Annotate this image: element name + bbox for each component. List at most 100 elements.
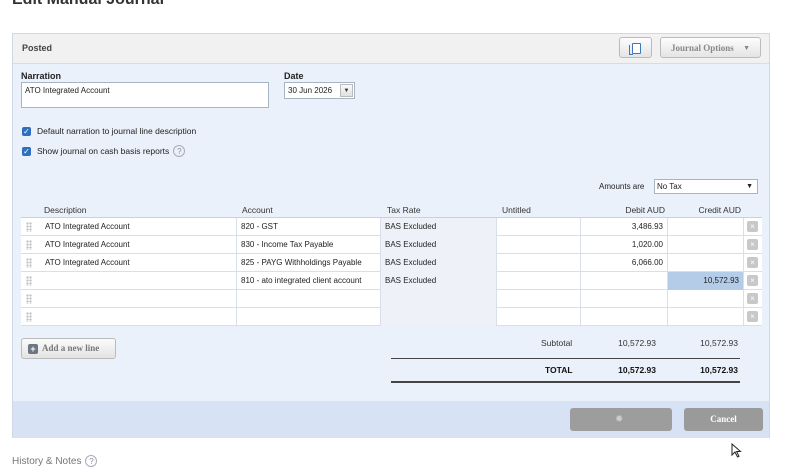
total-credit: 10,572.93 [700,365,738,375]
cell-tax-rate[interactable]: BAS Excluded [381,236,497,254]
subtotal-credit: 10,572.93 [700,338,738,348]
copy-button[interactable] [619,37,652,58]
cell-credit[interactable] [668,308,744,326]
drag-handle-icon[interactable] [26,276,32,286]
subtotal-debit: 10,572.93 [618,338,656,348]
cell-untitled[interactable] [497,218,581,236]
drag-handle-icon[interactable] [26,240,32,250]
cell-account[interactable]: 825 - PAYG Withholdings Payable [237,254,381,272]
amounts-value: No Tax [657,182,682,191]
plus-icon: + [28,344,38,354]
col-account: Account [242,205,273,215]
cell-untitled[interactable] [497,290,581,308]
table-row: ATO Integrated Account 820 - GST BAS Exclu… [21,218,762,236]
amounts-label: Amounts are [599,182,645,191]
cash-basis-label: Show journal on cash basis reports [37,146,170,156]
drag-handle-icon[interactable] [26,312,32,322]
table-row: 810 - ato integrated client account BAS E… [21,272,762,290]
total-debit: 10,572.93 [618,365,656,375]
drag-handle-icon[interactable] [26,294,32,304]
status-bar: Posted Journal Options ▼ [13,34,769,64]
delete-row-icon[interactable]: × [747,293,758,304]
cell-account[interactable]: 810 - ato integrated client account [237,272,381,290]
cash-basis-checkbox[interactable]: ✓ [22,146,31,156]
cell-debit[interactable] [581,308,668,326]
table-row: × [21,308,762,326]
default-narration-checkbox[interactable]: ✓ [22,126,31,136]
table-row: ATO Integrated Account 825 - PAYG Withhol… [21,254,762,272]
cell-description[interactable]: ATO Integrated Account [41,236,237,254]
cell-credit[interactable]: 10,572.93 [668,272,744,290]
date-picker-button[interactable]: ▼ [340,84,353,97]
col-description: Description [44,205,87,215]
col-tax-rate: Tax Rate [387,205,421,215]
footer-bar: ✹ Cancel [13,401,769,438]
cell-tax-rate[interactable]: BAS Excluded [381,254,497,272]
divider [391,358,740,359]
cell-description[interactable]: ATO Integrated Account [41,254,237,272]
amounts-select[interactable]: No Tax ▼ [654,179,758,194]
history-notes[interactable]: History & Notes ? [12,455,98,467]
cell-credit[interactable] [668,218,744,236]
help-icon[interactable]: ? [173,145,186,157]
cell-credit[interactable] [668,290,744,308]
copy-icon [629,43,641,55]
grid-header: Description Account Tax Rate Untitled De… [21,202,762,218]
cell-untitled[interactable] [497,308,581,326]
date-label: Date [284,71,304,81]
cell-credit[interactable] [668,236,744,254]
subtotal-label: Subtotal [541,338,573,348]
chevron-down-icon: ▼ [743,44,750,52]
narration-label: Narration [21,71,62,81]
cell-tax-rate[interactable] [381,290,497,308]
default-narration-label: Default narration to journal line descri… [37,126,197,136]
spinner-icon: ✹ [615,414,624,425]
cell-untitled[interactable] [497,272,581,290]
delete-row-icon[interactable]: × [747,275,758,286]
cell-account[interactable] [237,308,381,326]
cell-account[interactable]: 830 - Income Tax Payable [237,236,381,254]
divider [391,381,740,383]
cell-debit[interactable]: 6,066.00 [581,254,668,272]
default-narration-row: ✓ Default narration to journal line desc… [22,126,196,136]
cell-description[interactable] [41,272,237,290]
drag-handle-icon[interactable] [26,258,32,268]
add-line-button[interactable]: + Add a new line [21,338,116,359]
cancel-button[interactable]: Cancel [684,408,763,431]
cell-credit[interactable] [668,254,744,272]
chevron-down-icon: ▼ [746,183,753,190]
cell-debit[interactable]: 3,486.93 [581,218,668,236]
journal-options-button[interactable]: Journal Options ▼ [660,37,761,58]
mouse-cursor-icon [731,443,742,458]
help-icon[interactable]: ? [85,455,98,467]
table-row: × [21,290,762,308]
narration-field[interactable]: ATO Integrated Account [21,82,269,108]
cell-debit[interactable] [581,272,668,290]
cell-tax-rate[interactable]: BAS Excluded [381,272,497,290]
cell-tax-rate[interactable] [381,308,497,326]
cell-description[interactable] [41,308,237,326]
cell-description[interactable] [41,290,237,308]
page-title: Edit Manual Journal [12,0,164,9]
delete-row-icon[interactable]: × [747,311,758,322]
cell-untitled[interactable] [497,254,581,272]
cell-debit[interactable]: 1,020.00 [581,236,668,254]
cell-account[interactable]: 820 - GST [237,218,381,236]
total-label: TOTAL [545,365,573,375]
drag-handle-icon[interactable] [26,222,32,232]
cell-account[interactable] [237,290,381,308]
delete-row-icon[interactable]: × [747,221,758,232]
cell-description[interactable]: ATO Integrated Account [41,218,237,236]
journal-options-label: Journal Options [671,43,734,53]
add-line-label: Add a new line [42,343,100,353]
cell-debit[interactable] [581,290,668,308]
delete-row-icon[interactable]: × [747,257,758,268]
date-value: 30 Jun 2026 [288,86,333,95]
save-button[interactable]: ✹ [570,408,672,431]
journal-panel: Posted Journal Options ▼ Narration ATO I… [12,33,770,438]
date-field[interactable]: 30 Jun 2026 ▼ [284,82,355,99]
cell-tax-rate[interactable]: BAS Excluded [381,218,497,236]
cash-basis-row: ✓ Show journal on cash basis reports ? [22,145,186,157]
delete-row-icon[interactable]: × [747,239,758,250]
cell-untitled[interactable] [497,236,581,254]
